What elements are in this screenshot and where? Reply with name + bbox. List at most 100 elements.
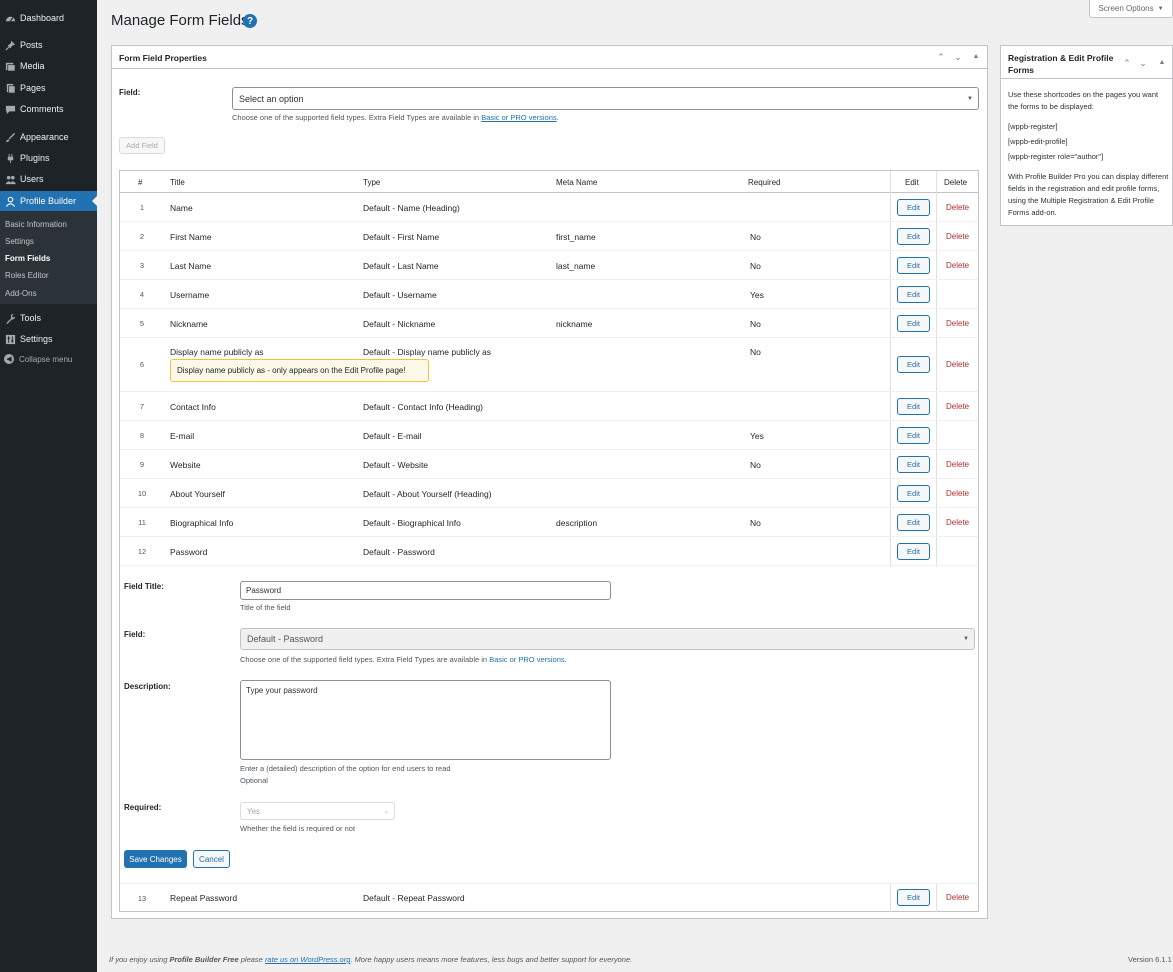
edit-field-type-value: Default - Password xyxy=(247,634,324,644)
field-title-input-value: Password xyxy=(246,586,282,595)
wrench-icon xyxy=(4,312,16,324)
delete-link[interactable]: Delete xyxy=(946,232,969,241)
profile-builder-submenu: Basic Information Settings Form Fields R… xyxy=(0,211,97,304)
toggle-panel-icon[interactable]: ▲ xyxy=(970,51,982,63)
edit-button[interactable]: Edit xyxy=(897,257,930,274)
row-required: Yes xyxy=(750,431,764,441)
chevron-down-icon: ⌄ xyxy=(383,808,389,815)
cancel-button[interactable]: Cancel xyxy=(193,850,230,868)
shortcode-register: [wppb-register] xyxy=(1008,122,1058,131)
add-field-button[interactable]: Add Field xyxy=(119,137,165,154)
row-meta-name: first_name xyxy=(556,232,596,242)
row-type: Default - Repeat Password xyxy=(363,893,465,903)
menu-pages[interactable]: Pages xyxy=(0,78,97,98)
field-type-select[interactable]: Select an option ▼ xyxy=(232,87,979,110)
save-changes-button[interactable]: Save Changes xyxy=(124,850,187,868)
menu-media[interactable]: Media xyxy=(0,56,97,76)
edit-button[interactable]: Edit xyxy=(897,485,930,502)
header-type: Type xyxy=(363,177,381,187)
menu-settings[interactable]: Settings xyxy=(0,329,97,349)
plug-icon xyxy=(4,152,16,164)
delete-link[interactable]: Delete xyxy=(946,460,969,469)
collapse-menu-label: Collapse menu xyxy=(19,354,73,364)
description-textarea-value: Type your password xyxy=(246,686,318,695)
caret-down-icon: ▼ xyxy=(1157,5,1164,12)
delete-link[interactable]: Delete xyxy=(946,402,969,411)
edit-button[interactable]: Edit xyxy=(897,514,930,531)
dashboard-icon xyxy=(4,12,16,24)
collapse-menu[interactable]: ◀ Collapse menu xyxy=(4,354,72,364)
header-title: Title xyxy=(170,177,185,187)
edit-field-help: Choose one of the supported field types.… xyxy=(240,655,567,664)
edit-button[interactable]: Edit xyxy=(897,427,930,444)
submenu-form-fields[interactable]: Form Fields xyxy=(5,254,50,263)
field-title-input[interactable]: Password xyxy=(240,581,611,600)
menu-profile-builder[interactable]: Profile Builder xyxy=(0,191,97,211)
row-number: 9 xyxy=(139,460,145,469)
menu-tools[interactable]: Tools xyxy=(0,308,97,328)
required-help: Whether the field is required or not xyxy=(240,824,356,833)
edit-button[interactable]: Edit xyxy=(897,286,930,303)
menu-comments[interactable]: Comments xyxy=(0,99,97,119)
edit-button[interactable]: Edit xyxy=(897,456,930,473)
table-row: 2 First Name Default - First Name first_nam… xyxy=(120,222,978,251)
delete-link[interactable]: Delete xyxy=(946,203,969,212)
delete-link[interactable]: Delete xyxy=(946,489,969,498)
basic-pro-link[interactable]: Basic or PRO versions xyxy=(481,113,556,122)
row-title: Name xyxy=(170,203,193,213)
required-select[interactable]: Yes ⌄ xyxy=(240,802,395,820)
shortcode-register-author: [wppb-register role="author"] xyxy=(1008,152,1104,161)
move-down-icon[interactable]: ⌄ xyxy=(952,51,964,63)
row-required: Yes xyxy=(750,290,764,300)
move-down-icon[interactable]: ⌄ xyxy=(1137,57,1149,69)
edit-button[interactable]: Edit xyxy=(897,889,930,906)
move-up-icon[interactable]: ⌃ xyxy=(935,51,947,63)
submenu-settings[interactable]: Settings xyxy=(5,237,34,246)
delete-link[interactable]: Delete xyxy=(946,261,969,270)
row-number: 4 xyxy=(139,290,145,299)
submenu-basic-information[interactable]: Basic Information xyxy=(5,220,67,229)
row-type: Default - Username xyxy=(363,290,437,300)
edit-field-type-select[interactable]: Default - Password ▼ xyxy=(240,628,975,650)
delete-link[interactable]: Delete xyxy=(946,360,969,369)
menu-plugins-label: Plugins xyxy=(20,153,50,163)
row-meta-name: description xyxy=(556,518,598,528)
row-title: Last Name xyxy=(170,261,212,271)
menu-users[interactable]: Users xyxy=(0,169,97,189)
help-icon[interactable]: ? xyxy=(243,14,257,28)
page-icon xyxy=(4,82,16,94)
rate-us-link[interactable]: rate us on WordPress.org xyxy=(265,955,350,964)
screen-options-button[interactable]: Screen Options ▼ xyxy=(1089,0,1173,18)
menu-comments-label: Comments xyxy=(20,104,64,114)
submenu-roles-editor[interactable]: Roles Editor xyxy=(5,271,49,280)
row-type: Default - Name (Heading) xyxy=(363,203,460,213)
description-textarea[interactable]: Type your password xyxy=(240,680,611,760)
edit-button[interactable]: Edit xyxy=(897,315,930,332)
menu-posts[interactable]: Posts xyxy=(0,35,97,55)
table-row: 8 E-mail Default - E-mail Yes Edit xyxy=(120,421,978,450)
description-help: Enter a (detailed) description of the op… xyxy=(240,764,451,773)
footer-text: If you enjoy using Profile Builder Free … xyxy=(109,955,632,964)
media-icon xyxy=(4,60,16,72)
footer-brand: Profile Builder Free xyxy=(169,955,239,964)
delete-link[interactable]: Delete xyxy=(946,893,969,902)
menu-dashboard-label: Dashboard xyxy=(20,13,65,23)
users-icon xyxy=(4,173,16,185)
row-number: 12 xyxy=(137,547,147,556)
move-up-icon[interactable]: ⌃ xyxy=(1121,57,1133,69)
edit-button[interactable]: Edit xyxy=(897,356,930,373)
submenu-add-ons[interactable]: Add-Ons xyxy=(5,289,37,298)
menu-plugins[interactable]: Plugins xyxy=(0,148,97,168)
row-type: Default - E-mail xyxy=(363,431,422,441)
delete-link[interactable]: Delete xyxy=(946,518,969,527)
delete-link[interactable]: Delete xyxy=(946,319,969,328)
edit-button[interactable]: Edit xyxy=(897,228,930,245)
edit-button[interactable]: Edit xyxy=(897,543,930,560)
row-title: E-mail xyxy=(170,431,195,441)
edit-button[interactable]: Edit xyxy=(897,398,930,415)
edit-basic-pro-link[interactable]: Basic or PRO versions xyxy=(489,655,564,664)
edit-button[interactable]: Edit xyxy=(897,199,930,216)
menu-dashboard[interactable]: Dashboard xyxy=(0,8,97,28)
toggle-panel-icon[interactable]: ▲ xyxy=(1156,57,1168,69)
menu-appearance[interactable]: Appearance xyxy=(0,127,97,147)
